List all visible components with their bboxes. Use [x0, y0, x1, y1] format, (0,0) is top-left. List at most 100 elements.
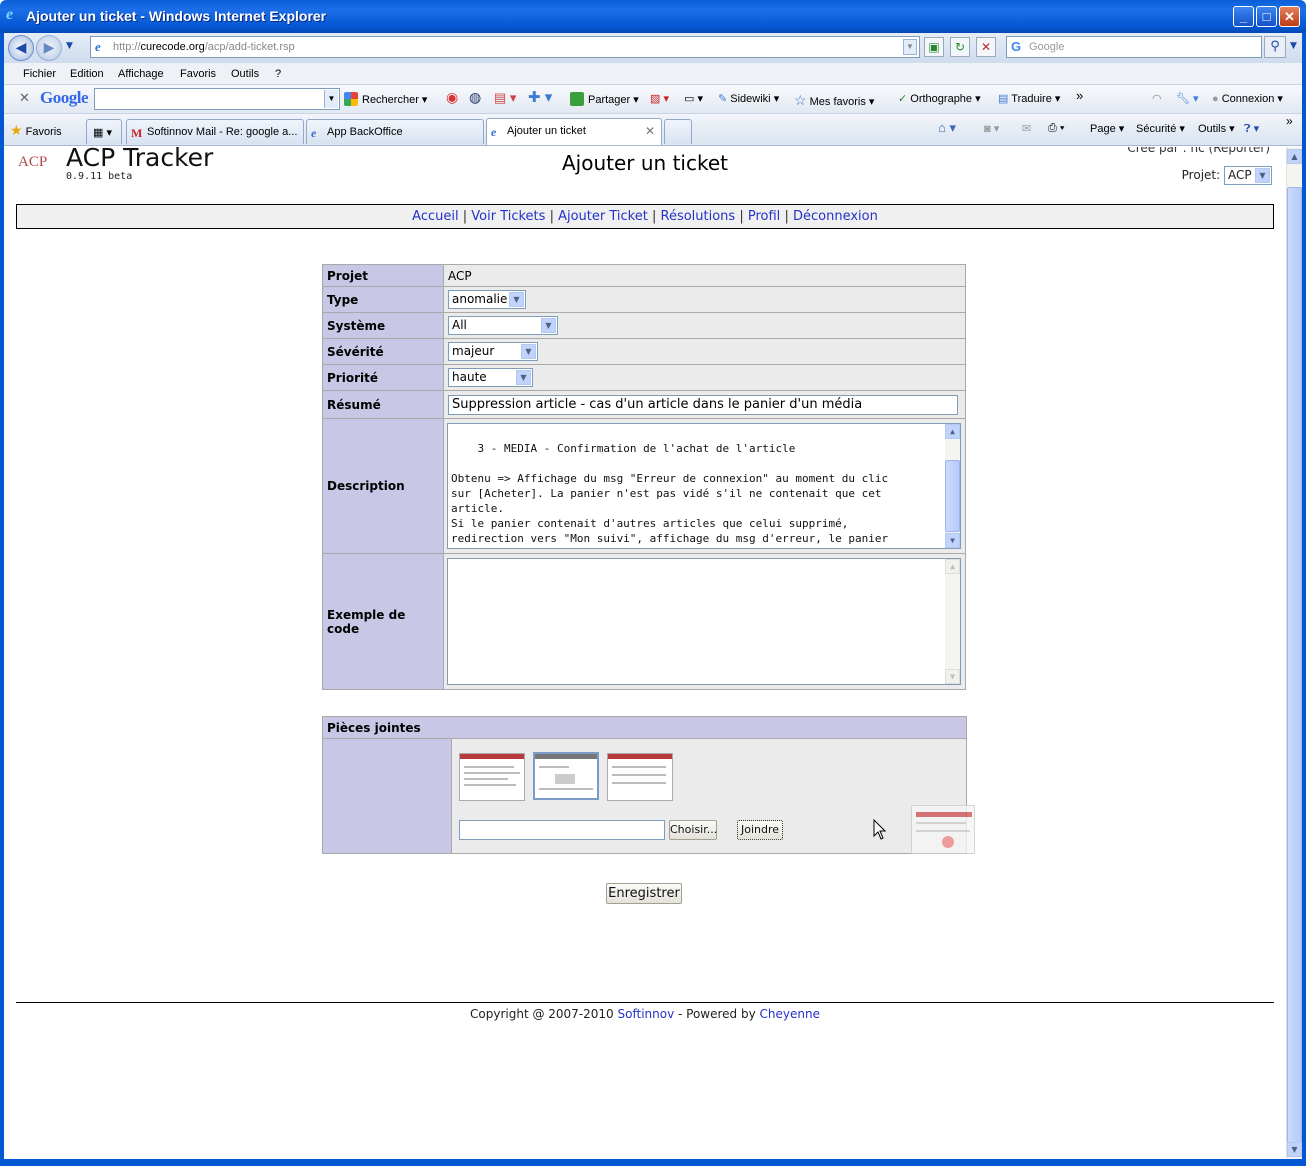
feeds-icon[interactable]: ◙ ▾	[984, 122, 999, 135]
tools-menu[interactable]: Outils ▾	[1198, 122, 1235, 135]
minimize-button[interactable]: _	[1233, 6, 1254, 27]
scroll-down-icon[interactable]: ▼	[945, 533, 960, 548]
attachment-thumbnail-selected[interactable]	[533, 752, 599, 800]
refresh-icon[interactable]: ↻	[950, 37, 970, 57]
scroll-down-icon[interactable]: ▼	[945, 669, 960, 684]
scroll-up-icon[interactable]: ▲	[945, 559, 960, 574]
description-scrollbar[interactable]: ▲ ▼	[945, 424, 960, 548]
menu-outils[interactable]: Outils	[231, 68, 259, 80]
back-button[interactable]: ◀	[8, 35, 34, 61]
nav-profil[interactable]: Profil	[748, 209, 780, 224]
search-go-icon[interactable]: ⚲	[1264, 36, 1286, 58]
save-button[interactable]: Enregistrer	[606, 883, 682, 904]
mouse-cursor-icon	[873, 819, 887, 840]
severity-field-label: Sévérité	[322, 338, 444, 365]
address-input[interactable]: e http://curecode.org/acp/add-ticket.rsp…	[90, 36, 920, 58]
maximize-button[interactable]: □	[1256, 6, 1277, 27]
more-tools-icon[interactable]: »	[1076, 88, 1083, 103]
spellcheck-button[interactable]: ✓ Orthographe ▾	[898, 92, 981, 105]
favorites-tabs-bar: ★ Favoris ▦ ▾ M Softinnov Mail - Re: goo…	[4, 114, 1302, 146]
choose-file-button[interactable]: Choisir...	[669, 820, 717, 840]
cheyenne-link[interactable]: Cheyenne	[760, 1007, 820, 1021]
menu-favoris[interactable]: Favoris	[180, 68, 216, 80]
translate-button[interactable]: ▤ Traduire ▾	[998, 92, 1060, 105]
window-border-right	[1302, 63, 1306, 1163]
code-scrollbar[interactable]: ▲ ▼	[945, 559, 960, 684]
type-select[interactable]: anomalie ▼	[448, 290, 526, 309]
scroll-up-icon[interactable]: ▲	[1287, 149, 1302, 164]
page-scroll-thumb[interactable]	[1287, 187, 1302, 1147]
google-toolbar-search-input[interactable]: ▼	[94, 88, 340, 110]
tab-softinnov-mail[interactable]: M Softinnov Mail - Re: google a...	[126, 119, 304, 144]
scroll-up-icon[interactable]: ▲	[945, 424, 960, 439]
quick-tabs-button[interactable]: ▦ ▾	[86, 119, 122, 144]
sidewiki-button[interactable]: ✎ Sidewiki ▾	[718, 92, 779, 105]
connect-button[interactable]: ● Connexion ▾	[1212, 92, 1283, 105]
attachment-thumbnail[interactable]	[607, 753, 673, 801]
softinnov-link[interactable]: Softinnov	[618, 1007, 675, 1021]
search-input[interactable]: G Google	[1006, 36, 1262, 58]
copyright-text: Copyright @ 2007-2010	[470, 1007, 618, 1021]
help-icon[interactable]: ❓︎ ▾	[1244, 122, 1259, 136]
file-path-input[interactable]	[459, 820, 665, 840]
add-button-icon[interactable]: ✚ ▾	[528, 88, 552, 106]
search-placeholder: Google	[1029, 41, 1065, 53]
highlight-icon[interactable]: ▭ ▾	[684, 92, 703, 105]
nav-deconnexion[interactable]: Déconnexion	[793, 209, 878, 224]
nav-ajouter-ticket[interactable]: Ajouter Ticket	[558, 209, 648, 224]
page-scrollbar[interactable]: ▲ ▼	[1286, 147, 1302, 1159]
print-icon[interactable]: ⎙ ▾	[1048, 122, 1064, 135]
join-button[interactable]: Joindre	[737, 820, 783, 840]
google-search-button[interactable]: Rechercher ▾	[344, 92, 427, 106]
creator-info: Créé par : nc (Reporter)	[1127, 147, 1270, 155]
google-toolbar: ✕ Google ▼ Rechercher ▾ ◉ ◍ ▤ ▾ ✚ ▾ Part…	[4, 85, 1302, 114]
nav-accueil[interactable]: Accueil	[412, 209, 458, 224]
share-button[interactable]: Partager ▾	[570, 92, 639, 106]
share-icon	[570, 92, 584, 106]
close-window-button[interactable]: ✕	[1279, 6, 1300, 27]
priority-select[interactable]: haute ▼	[448, 368, 533, 387]
summary-input[interactable]: Suppression article - cas d'un article d…	[448, 394, 958, 415]
mail-icon[interactable]: ✉	[1022, 122, 1031, 135]
close-toolbar-icon[interactable]: ✕	[19, 90, 30, 106]
code-textarea[interactable]: ▲ ▼	[447, 558, 961, 685]
wrench-icon[interactable]: 🔧︎ ▾	[1176, 92, 1199, 105]
nav-resolutions[interactable]: Résolutions	[661, 209, 736, 224]
close-tab-icon[interactable]: ✕	[645, 124, 655, 138]
address-dropdown-icon[interactable]: ▼	[903, 39, 917, 55]
stop-icon[interactable]: ✕	[976, 37, 996, 57]
autofill-icon[interactable]: ▤ ▾	[494, 90, 516, 106]
tab-app-backoffice[interactable]: e App BackOffice	[306, 119, 484, 144]
severity-select[interactable]: majeur ▼	[448, 342, 538, 361]
earth-icon[interactable]: ◍	[469, 89, 481, 106]
translate-page-icon[interactable]: ▧ ▾	[650, 92, 669, 105]
nav-voir-tickets[interactable]: Voir Tickets	[471, 209, 545, 224]
menu-help[interactable]: ?	[275, 68, 281, 80]
page-menu[interactable]: Page ▾	[1090, 122, 1124, 135]
system-select[interactable]: All ▼	[448, 316, 558, 335]
scroll-down-icon[interactable]: ▼	[1287, 1142, 1302, 1157]
description-textarea[interactable]: 3 - MEDIA - Confirmation de l'achat de l…	[447, 423, 961, 549]
bookmarks-button[interactable]: ☆ Mes favoris ▾	[794, 92, 874, 109]
search-options-icon[interactable]: ▼	[1290, 41, 1297, 51]
favorites-button[interactable]: ★ Favoris	[10, 122, 62, 139]
security-menu[interactable]: Sécurité ▾	[1136, 122, 1185, 135]
bookmark-swirl-icon[interactable]: ◉	[446, 89, 458, 106]
scroll-thumb[interactable]	[945, 460, 960, 532]
history-dropdown-icon[interactable]: ▼	[66, 41, 73, 51]
tab-ajouter-ticket[interactable]: e Ajouter un ticket ✕	[486, 118, 662, 145]
forward-button[interactable]: ▶	[36, 35, 62, 61]
home-icon[interactable]: ⌂ ▾	[938, 120, 956, 136]
menu-fichier[interactable]: Fichier	[23, 68, 56, 80]
wifi-icon[interactable]: ◠	[1152, 92, 1162, 105]
attachment-thumbnail[interactable]	[459, 753, 525, 801]
window-titlebar: e Ajouter un ticket - Windows Internet E…	[0, 0, 1306, 33]
project-select[interactable]: ACP ▼	[1224, 166, 1272, 185]
nav-separator: |	[739, 209, 744, 224]
menu-edition[interactable]: Edition	[70, 68, 104, 80]
new-tab-button[interactable]	[664, 119, 692, 144]
menu-affichage[interactable]: Affichage	[118, 68, 164, 80]
google-search-dropdown-icon[interactable]: ▼	[324, 90, 338, 108]
compat-view-icon[interactable]: ▣	[924, 37, 944, 57]
more-commands-icon[interactable]: »	[1286, 114, 1293, 128]
